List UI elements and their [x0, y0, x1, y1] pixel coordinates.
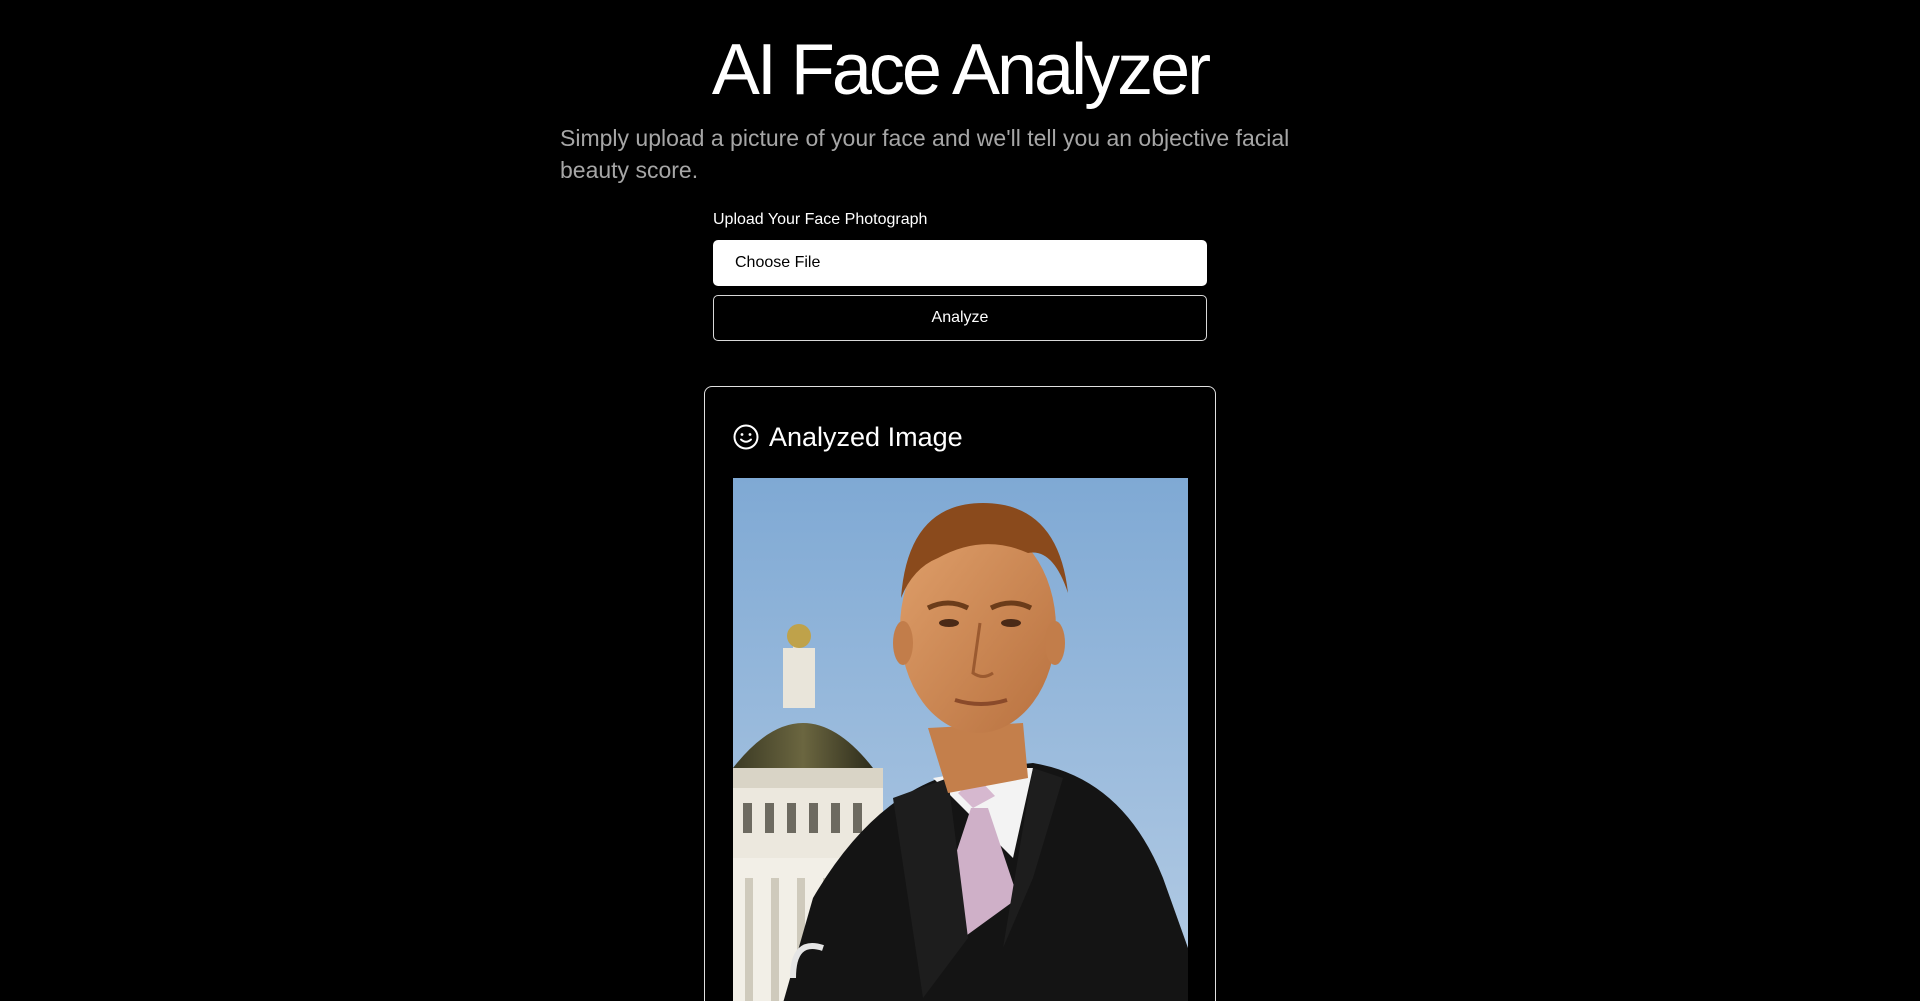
page: AI Face Analyzer Simply upload a picture… [0, 0, 1920, 1001]
analyzed-photo [733, 478, 1188, 1001]
page-title: AI Face Analyzer [711, 30, 1211, 110]
smiley-face-icon [733, 424, 759, 450]
analyze-button[interactable]: Analyze [713, 295, 1207, 341]
page-subtitle: Simply upload a picture of your face and… [560, 125, 1290, 183]
card-header: Analyzed Image [733, 417, 963, 457]
choose-file-label: Choose File [735, 254, 821, 271]
card-title: Analyzed Image [769, 421, 963, 452]
upload-label: Upload Your Face Photograph [713, 211, 928, 228]
file-input[interactable]: Choose File [713, 240, 1207, 286]
analyzed-image-card: Analyzed Image [704, 386, 1216, 1001]
upload-form: Upload Your Face Photograph Choose File … [713, 209, 1207, 341]
